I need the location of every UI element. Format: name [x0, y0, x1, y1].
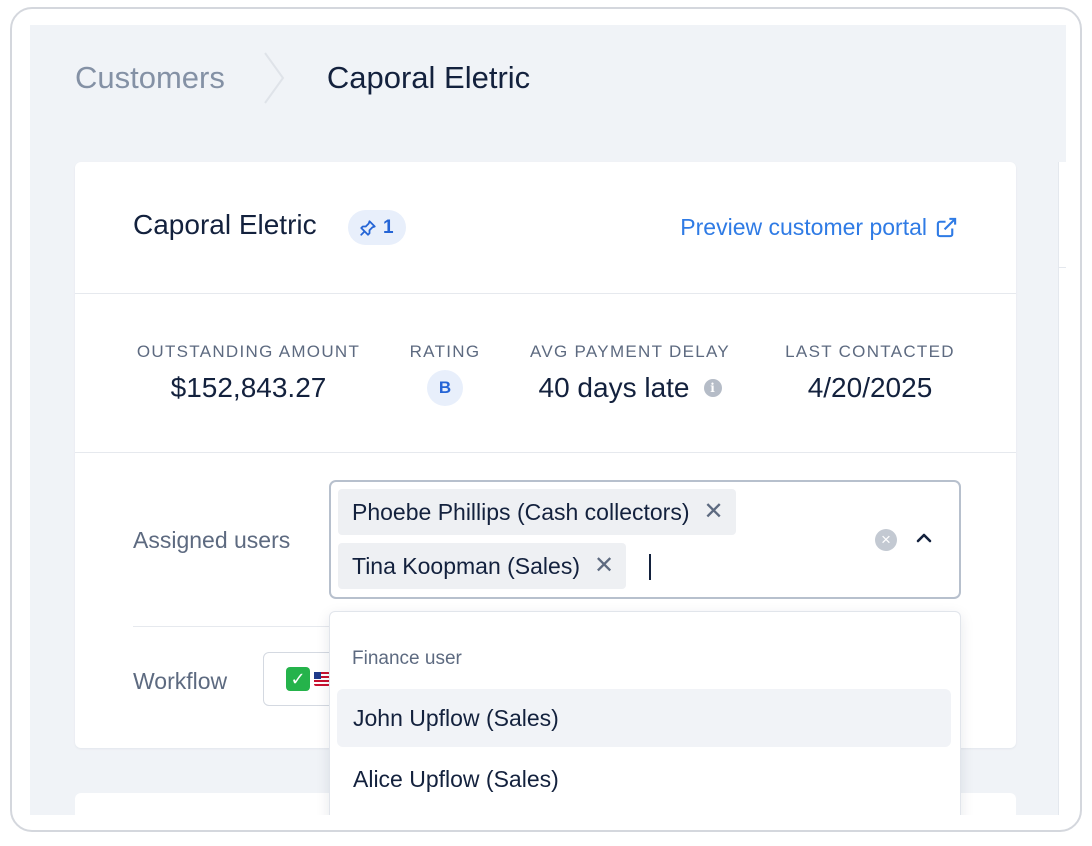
- stat-label: AVG PAYMENT DELAY: [529, 342, 731, 361]
- breadcrumb-separator-icon: [264, 52, 285, 104]
- chevron-up-icon[interactable]: [915, 531, 933, 545]
- breadcrumb-customers-link[interactable]: Customers: [75, 60, 225, 96]
- stat-label: RATING: [409, 342, 481, 361]
- pin-badge[interactable]: 1: [348, 210, 406, 245]
- remove-chip-icon[interactable]: ✕: [594, 554, 614, 578]
- user-chip: Phoebe Phillips (Cash collectors) ✕: [338, 489, 736, 535]
- menu-option[interactable]: John Upflow (Sales): [337, 689, 951, 747]
- assigned-users-label: Assigned users: [133, 527, 291, 553]
- assigned-users-dropdown-menu: Finance user John Upflow (Sales) Alice U…: [329, 611, 961, 815]
- workflow-label: Workflow: [133, 668, 228, 694]
- card-header: Caporal Eletric 1 Preview customer porta…: [75, 162, 1016, 294]
- stat-label: LAST CONTACTED: [785, 342, 955, 361]
- text-cursor: [649, 554, 651, 580]
- breadcrumb: Customers Caporal Eletric: [75, 52, 531, 104]
- external-link-icon: [936, 217, 957, 238]
- customer-stats: OUTSTANDING AMOUNT $152,843.27 RATING B …: [75, 294, 1016, 453]
- info-icon[interactable]: i: [703, 379, 722, 397]
- user-chip: Tina Koopman (Sales) ✕: [338, 543, 627, 589]
- breadcrumb-current: Caporal Eletric: [326, 60, 531, 95]
- stat-value: $152,843.27: [170, 372, 327, 403]
- customer-name: Caporal Eletric: [133, 209, 317, 240]
- side-card-edge: [1058, 162, 1066, 815]
- stat-rating: RATING B: [405, 342, 485, 406]
- stat-label: OUTSTANDING AMOUNT: [136, 342, 361, 361]
- assigned-users-select[interactable]: Phoebe Phillips (Cash collectors) ✕ Tina…: [329, 480, 961, 599]
- window-frame: Customers Caporal Eletric Caporal Eletri…: [10, 7, 1082, 832]
- pin-icon: [360, 219, 376, 236]
- stat-avg-payment-delay: AVG PAYMENT DELAY 40 days late i: [525, 342, 735, 404]
- stat-outstanding-amount: OUTSTANDING AMOUNT $152,843.27: [133, 342, 364, 404]
- stat-value: 40 days late: [538, 372, 690, 403]
- preview-portal-label: Preview customer portal: [680, 214, 927, 240]
- menu-option[interactable]: Alice Upflow (Sales): [337, 750, 951, 808]
- user-chip-label: Tina Koopman (Sales): [352, 552, 580, 579]
- rating-badge: B: [427, 370, 463, 406]
- stat-value: 4/20/2025: [807, 372, 933, 403]
- remove-chip-icon[interactable]: ✕: [704, 500, 724, 524]
- workflow-icons: ✓: [286, 667, 330, 691]
- clear-all-icon[interactable]: ×: [875, 529, 897, 551]
- us-flag-icon: [314, 672, 330, 686]
- checkmark-icon: ✓: [286, 667, 310, 691]
- app-canvas: Customers Caporal Eletric Caporal Eletri…: [30, 25, 1066, 815]
- preview-portal-link[interactable]: Preview customer portal: [680, 214, 958, 241]
- pin-count: 1: [383, 216, 394, 238]
- user-chip-label: Phoebe Phillips (Cash collectors): [352, 498, 690, 525]
- stat-value-row: 40 days late i: [525, 372, 735, 404]
- stat-last-contacted: LAST CONTACTED 4/20/2025: [780, 342, 960, 404]
- menu-group-label: Finance user: [352, 648, 462, 669]
